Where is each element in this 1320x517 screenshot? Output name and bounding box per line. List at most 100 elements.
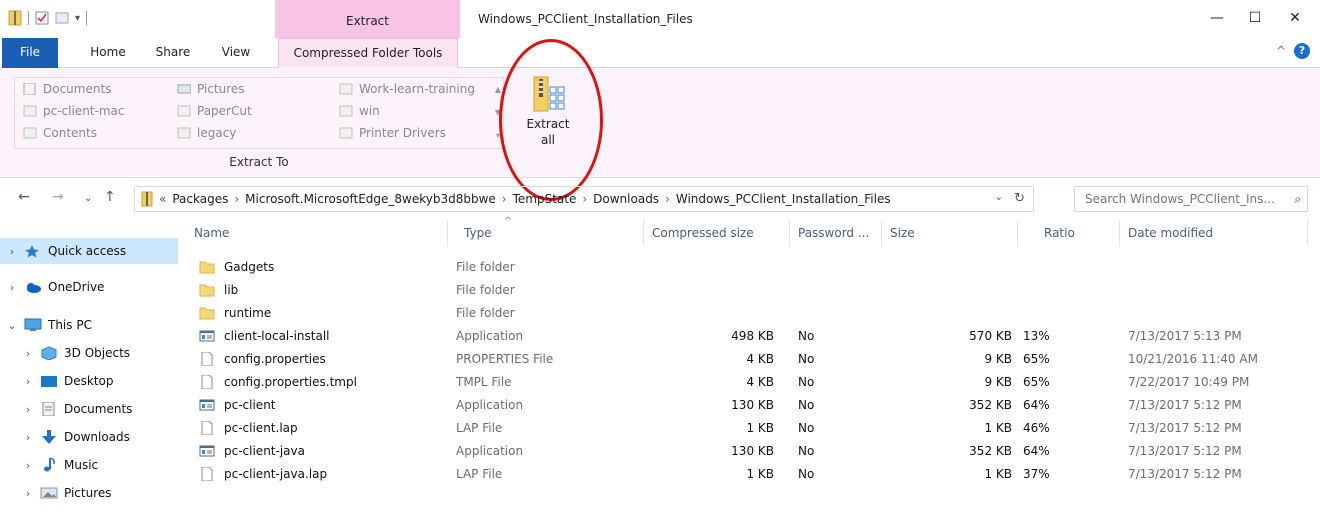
chevron-right-icon[interactable]: › bbox=[20, 403, 36, 416]
breadcrumb-item[interactable]: Windows_PCClient_Installation_Files bbox=[676, 192, 891, 206]
chevron-right-icon[interactable]: › bbox=[665, 192, 670, 206]
extract-to-item[interactable]: legacy bbox=[177, 126, 236, 140]
nav-item-this-pc[interactable]: ⌄ This PC bbox=[0, 312, 178, 338]
file-row[interactable]: pc-client Application 130 KB No 352 KB 64% 7/1… bbox=[186, 394, 1320, 417]
chevron-right-icon[interactable]: › bbox=[502, 192, 507, 206]
tab-compressed-folder-tools[interactable]: Compressed Folder Tools bbox=[278, 38, 458, 68]
chevron-right-icon[interactable]: › bbox=[582, 192, 587, 206]
file-row[interactable]: config.properties.tmpl TMPL File 4 KB No 9 K… bbox=[186, 371, 1320, 394]
gallery-more-icon[interactable]: ▾ bbox=[492, 124, 504, 147]
column-header-date-modified[interactable]: Date modified bbox=[1120, 220, 1308, 246]
column-header-password[interactable]: Password ... bbox=[790, 220, 882, 246]
back-arrow-icon[interactable]: ← bbox=[18, 189, 30, 205]
breadcrumb-item[interactable]: TempState bbox=[513, 192, 577, 206]
search-box[interactable]: Search Windows_PCClient_Ins... ⌕ bbox=[1074, 186, 1308, 212]
forward-arrow-icon[interactable]: → bbox=[52, 189, 64, 205]
file-password: No bbox=[798, 352, 815, 366]
breadcrumb-overflow[interactable]: « bbox=[159, 192, 166, 206]
tab-file[interactable]: File bbox=[2, 38, 58, 68]
customize-toolbar-icon[interactable]: ▾ bbox=[75, 13, 80, 24]
file-type: File folder bbox=[456, 283, 515, 297]
file-row[interactable]: pc-client.lap LAP File 1 KB No 1 KB 46% 7/13/2… bbox=[186, 417, 1320, 440]
download-arrow-icon bbox=[40, 430, 58, 444]
nav-item-pictures[interactable]: › Pictures bbox=[0, 480, 178, 506]
properties-icon[interactable] bbox=[35, 10, 49, 26]
extract-to-item[interactable]: Printer Drivers bbox=[339, 126, 446, 140]
extract-to-item[interactable]: win bbox=[339, 104, 380, 118]
up-arrow-icon[interactable]: ↑ bbox=[104, 189, 116, 205]
extract-to-item[interactable]: PaperCut bbox=[177, 104, 252, 118]
file-name: pc-client-java bbox=[224, 444, 305, 458]
chevron-right-icon[interactable]: › bbox=[20, 347, 36, 360]
nav-item-downloads[interactable]: › Downloads bbox=[0, 424, 178, 450]
nav-item-documents[interactable]: › Documents bbox=[0, 396, 178, 422]
refresh-icon[interactable]: ↻ bbox=[1014, 191, 1025, 206]
chevron-down-icon[interactable]: ⌄ bbox=[4, 319, 20, 332]
chevron-right-icon[interactable]: › bbox=[4, 281, 20, 294]
gallery-down-icon[interactable]: ▼ bbox=[492, 101, 504, 124]
file-row[interactable]: Gadgets File folder bbox=[186, 256, 1320, 279]
file-date-modified: 7/13/2017 5:13 PM bbox=[1128, 329, 1242, 343]
extract-all-label-line2: all bbox=[540, 133, 556, 147]
address-bar[interactable]: « Packages › Microsoft.MicrosoftEdge_8we… bbox=[134, 186, 1034, 212]
column-header-size[interactable]: Size bbox=[882, 220, 1018, 246]
zip-folder-icon[interactable] bbox=[8, 10, 22, 26]
tab-share[interactable]: Share bbox=[146, 38, 200, 68]
gallery-scroller[interactable]: ▲ ▼ ▾ bbox=[492, 78, 504, 148]
extract-to-item-label: Contents bbox=[43, 126, 97, 140]
nav-item-desktop[interactable]: › Desktop bbox=[0, 368, 178, 394]
search-input[interactable]: Search Windows_PCClient_Ins... bbox=[1085, 192, 1275, 206]
breadcrumb-item[interactable]: Packages bbox=[172, 192, 228, 206]
column-header-ratio[interactable]: Ratio bbox=[1036, 220, 1120, 246]
file-row[interactable]: pc-client-java.lap LAP File 1 KB No 1 KB 37% 7… bbox=[186, 463, 1320, 486]
application-icon bbox=[199, 444, 215, 458]
extract-to-item[interactable]: Work-learn-training bbox=[339, 82, 475, 96]
gallery-up-icon[interactable]: ▲ bbox=[492, 78, 504, 101]
file-ratio: 13% bbox=[1023, 329, 1050, 343]
chevron-right-icon[interactable]: › bbox=[20, 375, 36, 388]
file-row[interactable]: client-local-install Application 498 KB No 5… bbox=[186, 325, 1320, 348]
cube-icon bbox=[40, 346, 58, 361]
nav-item-label: Downloads bbox=[64, 430, 130, 444]
extract-to-item[interactable]: Pictures bbox=[177, 82, 245, 96]
column-header-type[interactable]: Type bbox=[456, 220, 644, 246]
file-type: File folder bbox=[456, 260, 515, 274]
file-size bbox=[882, 279, 1012, 302]
file-row[interactable]: config.properties PROPERTIES File 4 KB No 9 … bbox=[186, 348, 1320, 371]
nav-item-3d-objects[interactable]: › 3D Objects bbox=[0, 340, 178, 366]
column-header-name[interactable]: Name bbox=[186, 220, 448, 246]
new-folder-icon[interactable] bbox=[55, 10, 69, 26]
chevron-right-icon[interactable]: › bbox=[20, 487, 36, 500]
tab-view[interactable]: View bbox=[206, 38, 266, 68]
chevron-right-icon[interactable]: › bbox=[234, 192, 239, 206]
file-size: 352 KB bbox=[969, 444, 1012, 458]
file-row[interactable]: pc-client-java Application 130 KB No 352 KB 6… bbox=[186, 440, 1320, 463]
nav-item-quick-access[interactable]: › Quick access bbox=[0, 238, 178, 264]
file-compressed-size: 4 KB bbox=[746, 375, 774, 389]
minimize-button[interactable]: — bbox=[1202, 8, 1232, 28]
document-folder-icon bbox=[23, 82, 37, 96]
collapse-ribbon-icon[interactable]: ^ bbox=[1276, 44, 1286, 58]
file-compressed-size: 4 KB bbox=[746, 352, 774, 366]
extract-all-button[interactable]: Extract all bbox=[518, 75, 578, 157]
chevron-right-icon[interactable]: › bbox=[20, 431, 36, 444]
nav-item-music[interactable]: › Music bbox=[0, 452, 178, 478]
breadcrumb-item[interactable]: Downloads bbox=[593, 192, 659, 206]
breadcrumb-item[interactable]: Microsoft.MicrosoftEdge_8wekyb3d8bbwe bbox=[245, 192, 496, 206]
help-icon[interactable]: ? bbox=[1294, 43, 1310, 59]
close-button[interactable]: ✕ bbox=[1280, 8, 1310, 28]
nav-item-onedrive[interactable]: › OneDrive bbox=[0, 274, 178, 300]
file-type: Application bbox=[456, 444, 524, 458]
chevron-right-icon[interactable]: › bbox=[20, 459, 36, 472]
tab-home[interactable]: Home bbox=[78, 38, 138, 68]
recent-locations-icon[interactable]: ⌄ bbox=[84, 193, 92, 204]
file-row[interactable]: runtime File folder bbox=[186, 302, 1320, 325]
extract-to-item[interactable]: Documents bbox=[23, 82, 111, 96]
address-dropdown-icon[interactable]: ⌄ bbox=[995, 192, 1003, 203]
maximize-button[interactable]: ☐ bbox=[1240, 8, 1270, 28]
column-header-compressed-size[interactable]: Compressed size bbox=[644, 220, 790, 246]
extract-to-item[interactable]: pc-client-mac bbox=[23, 104, 124, 118]
file-row[interactable]: lib File folder bbox=[186, 279, 1320, 302]
chevron-right-icon[interactable]: › bbox=[4, 245, 20, 258]
extract-to-item[interactable]: Contents bbox=[23, 126, 97, 140]
